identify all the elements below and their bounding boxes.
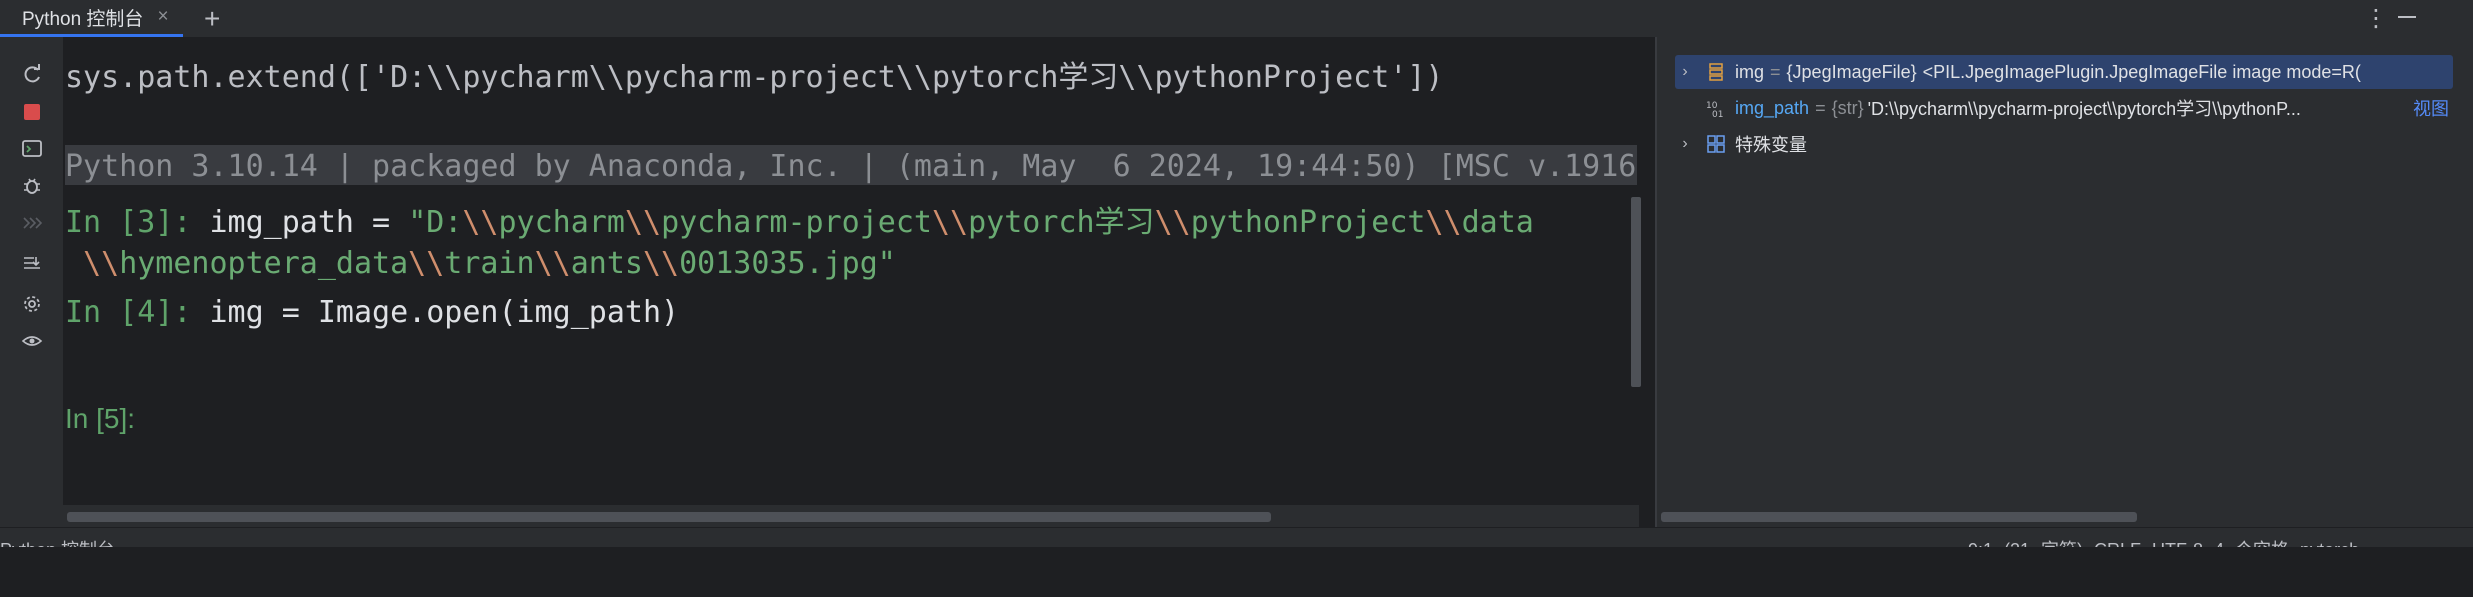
- special-variables-icon: [1705, 133, 1727, 155]
- minimize-icon[interactable]: [2398, 16, 2416, 18]
- escape-seq: \\: [932, 205, 969, 240]
- variable-row-img-path[interactable]: 10 01 img_path = {str} 'D:\\pycharm\\pych…: [1675, 91, 2453, 125]
- code-text: img_path =: [191, 205, 409, 240]
- svg-text:01: 01: [1712, 110, 1723, 117]
- horizontal-scrollbar[interactable]: [67, 512, 1271, 522]
- view-link[interactable]: 视图: [2413, 95, 2449, 121]
- rerun-icon: [24, 64, 40, 83]
- string-part: train: [444, 246, 535, 281]
- gear-icon: [23, 296, 40, 312]
- status-bar: Python 控制台 ... 9:1 (21 字符) CRLF UTF-8 4 …: [0, 527, 2473, 547]
- input-line-4: In [4]: img = Image.open(img_path): [65, 295, 679, 330]
- rerun-button[interactable]: [0, 58, 63, 92]
- variables-panel: › img = {JpegImageFile} <PIL.JpegImagePl…: [1657, 37, 2473, 527]
- escape-seq: \\: [462, 205, 499, 240]
- execute-button[interactable]: [0, 206, 63, 240]
- settings-button[interactable]: [0, 287, 63, 321]
- string-part: hymenoptera_data: [119, 246, 409, 281]
- variable-name: img_path: [1735, 97, 1810, 118]
- sys-path-command: sys.path.extend(['D:\\pycharm\\pycharm-p…: [65, 60, 1444, 95]
- eye-icon: [21, 336, 42, 346]
- string-quote: ": [408, 205, 427, 240]
- variable-row-img[interactable]: › img = {JpegImageFile} <PIL.JpegImagePl…: [1675, 55, 2453, 89]
- prompt-in-5[interactable]: In [5]:: [65, 403, 135, 435]
- variable-name: 特殊变量: [1735, 135, 1807, 155]
- console-output[interactable]: sys.path.extend(['D:\\pycharm\\pycharm-p…: [63, 37, 1655, 527]
- bug-icon: [23, 178, 40, 194]
- string-part: pythonProject: [1190, 205, 1426, 240]
- string-type-icon: 10 01: [1705, 97, 1727, 119]
- escape-seq: \\: [83, 246, 120, 281]
- close-icon[interactable]: ×: [157, 6, 168, 28]
- console-tab-bar: Python 控制台 × + ⋮: [0, 0, 2473, 38]
- string-part: pycharm-project: [661, 205, 932, 240]
- variable-type: {str}: [1831, 97, 1864, 118]
- double-chevron-icon: [22, 217, 42, 229]
- variable-value: 'D:\\pycharm\\pycharm-project\\pytorch学习…: [1867, 99, 2301, 119]
- variables-horizontal-scrollbar[interactable]: [1661, 512, 2137, 522]
- view-variables-button[interactable]: [0, 324, 63, 358]
- string-part: 0013035.jpg: [679, 246, 878, 281]
- python-banner: Python 3.10.14 | packaged by Anaconda, I…: [65, 149, 1637, 184]
- string-part: ants: [570, 246, 643, 281]
- stop-icon: [23, 104, 40, 120]
- tab-python-console[interactable]: Python 控制台 ×: [0, 0, 183, 37]
- special-variables-row[interactable]: › 特殊变量: [1675, 127, 2453, 161]
- prompt-in-3: In [3]:: [65, 205, 192, 240]
- object-icon: [1705, 61, 1727, 83]
- string-part: data: [1461, 205, 1534, 240]
- chevron-right-icon[interactable]: ›: [1675, 63, 1695, 81]
- tab-label: Python 控制台: [22, 8, 144, 30]
- escape-seq: \\: [1425, 205, 1462, 240]
- new-console-button[interactable]: [0, 132, 63, 166]
- chevron-right-icon[interactable]: ›: [1675, 135, 1695, 153]
- string-part: D:: [426, 205, 463, 240]
- variable-name: img: [1735, 61, 1765, 82]
- vertical-scrollbar[interactable]: [1631, 197, 1641, 387]
- variable-equals: =: [1815, 97, 1826, 118]
- escape-seq: \\: [534, 246, 571, 281]
- add-icon[interactable]: +: [204, 3, 220, 35]
- more-options-icon[interactable]: ⋮: [2364, 4, 2388, 33]
- string-part: pytorch学习: [968, 205, 1155, 240]
- variable-equals: =: [1770, 61, 1781, 82]
- escape-seq: \\: [642, 246, 680, 281]
- scroll-to-end-icon: [23, 257, 40, 269]
- string-part: pycharm: [498, 205, 625, 240]
- escape-seq: \\: [408, 246, 445, 281]
- input-line-3: In [3]: img_path = "D:\\pycharm\\pycharm…: [65, 197, 1534, 241]
- variable-value: <PIL.JpegImagePlugin.JpegImageFile image…: [1922, 61, 2361, 82]
- string-quote: ": [877, 246, 896, 281]
- console-icon: [21, 140, 42, 157]
- status-right-text: 9:1 (21 字符) CRLF UTF-8 4 个空格 pytorch: [1968, 536, 2359, 547]
- variable-type: {JpegImageFile}: [1786, 61, 1917, 82]
- escape-seq: \\: [624, 205, 662, 240]
- debug-button[interactable]: [0, 169, 63, 203]
- input-line-3-continued: \\hymenoptera_data\\train\\ants\\0013035…: [65, 246, 896, 281]
- stop-button[interactable]: [0, 95, 63, 129]
- prompt-in-4: In [4]:: [65, 295, 192, 330]
- console-toolbar: [0, 37, 63, 527]
- escape-seq: \\: [1154, 205, 1191, 240]
- code-text: img = Image.open(img_path): [191, 295, 680, 330]
- scroll-to-end-button[interactable]: [0, 247, 63, 281]
- status-left-text: Python 控制台 ...: [0, 536, 135, 547]
